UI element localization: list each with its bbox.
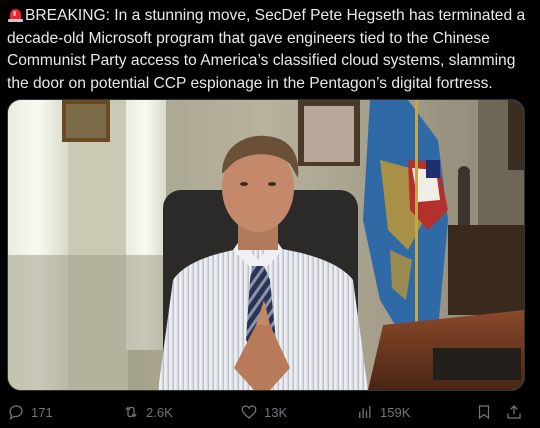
reply-button[interactable]: 171 <box>7 397 53 427</box>
post-text: BREAKING: In a stunning move, SecDef Pet… <box>7 5 533 95</box>
like-button[interactable]: 13K <box>240 397 287 427</box>
post-actions-bar: 171 2.6K 13K 159K <box>0 397 540 427</box>
views-count: 159K <box>380 404 411 420</box>
analytics-icon <box>359 406 371 418</box>
reply-count: 171 <box>31 404 53 420</box>
reply-icon <box>9 405 23 421</box>
like-count: 13K <box>264 404 288 420</box>
bookmark-icon <box>478 405 490 420</box>
post-body: BREAKING: In a stunning move, SecDef Pet… <box>7 7 526 92</box>
share-button[interactable] <box>505 397 523 427</box>
share-icon <box>507 405 521 419</box>
repost-button[interactable]: 2.6K <box>122 397 173 427</box>
views-button[interactable]: 159K <box>356 397 410 427</box>
post-video-thumbnail[interactable] <box>7 99 525 391</box>
bookmark-button[interactable] <box>475 397 493 427</box>
repost-count: 2.6K <box>146 404 173 420</box>
video-frame-illustration <box>8 100 524 390</box>
heart-icon <box>241 405 257 419</box>
police-car-light-icon <box>7 6 24 23</box>
repost-icon <box>125 406 137 418</box>
